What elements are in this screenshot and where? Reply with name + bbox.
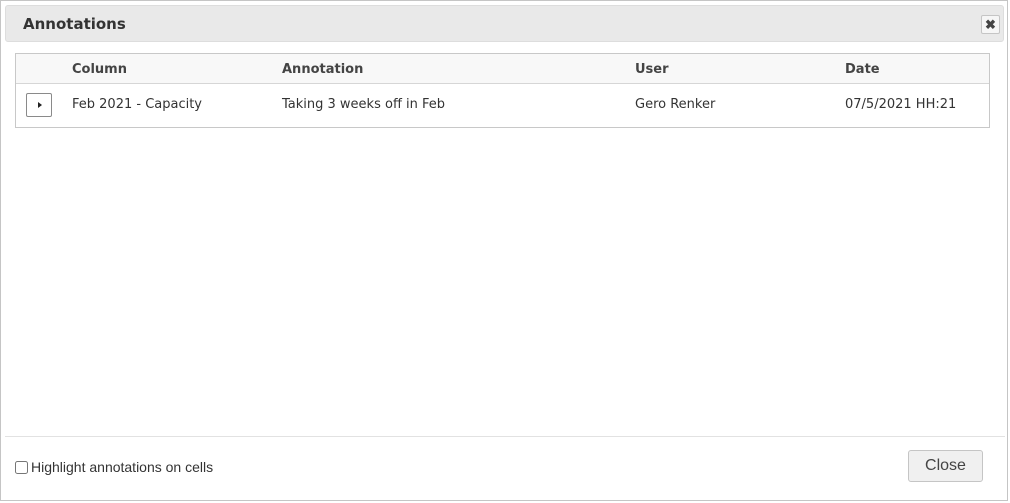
column-header-annotation[interactable]: Annotation: [282, 62, 363, 77]
column-header-user[interactable]: User: [635, 62, 669, 77]
close-button[interactable]: Close: [908, 450, 983, 482]
cell-annotation: Taking 3 weeks off in Feb: [282, 97, 446, 112]
column-header-column[interactable]: Column: [72, 62, 127, 77]
cell-user: Gero Renker: [635, 97, 716, 112]
grid-header: Column Annotation User Date: [16, 54, 989, 84]
highlight-annotations-label[interactable]: Highlight annotations on cells: [31, 459, 213, 475]
highlight-annotations-option[interactable]: Highlight annotations on cells: [15, 459, 213, 475]
dialog-titlebar: Annotations ✖: [5, 5, 1004, 42]
caret-right-icon: [38, 102, 42, 108]
annotations-grid: Column Annotation User Date Feb 2021 - C…: [15, 53, 990, 128]
dialog-title: Annotations: [23, 15, 126, 33]
close-icon[interactable]: ✖: [981, 15, 1000, 34]
annotations-dialog: Annotations ✖ Column Annotation User Dat…: [0, 0, 1008, 501]
cell-column: Feb 2021 - Capacity: [72, 97, 202, 112]
expand-row-button[interactable]: [26, 93, 52, 117]
cell-date: 07/5/2021 HH:21: [845, 97, 957, 112]
footer-divider: [5, 436, 1005, 437]
highlight-annotations-checkbox[interactable]: [15, 460, 28, 474]
column-header-date[interactable]: Date: [845, 62, 880, 77]
